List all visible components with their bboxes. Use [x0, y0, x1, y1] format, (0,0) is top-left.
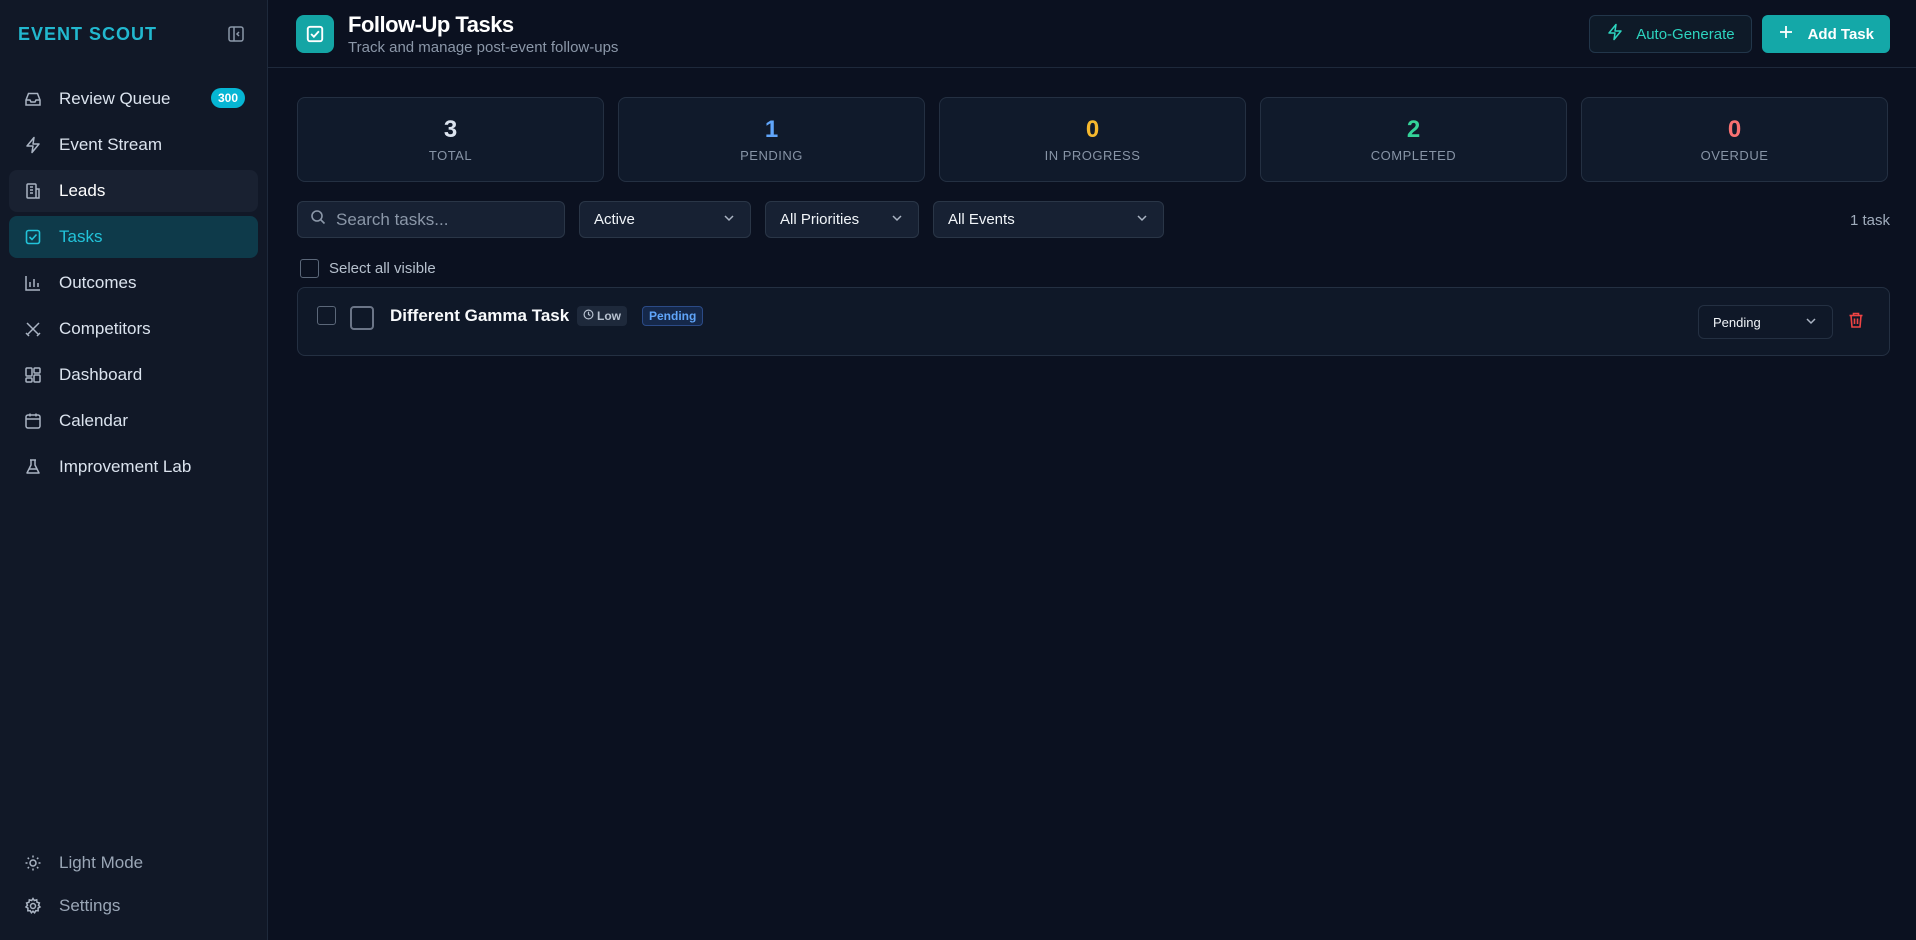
brand-name: EVENT SCOUT [18, 23, 158, 44]
sidebar-item-tasks[interactable]: Tasks [9, 216, 258, 258]
sidebar-item-competitors[interactable]: Competitors [9, 308, 258, 350]
gear-icon [23, 896, 43, 916]
stat-completed: 2 COMPLETED [1260, 97, 1567, 182]
task-count: 1 task [1849, 212, 1890, 229]
page-subtitle: Track and manage post-event follow-ups [348, 38, 619, 56]
status-badge: Pending [642, 306, 704, 326]
task-complete-checkbox[interactable] [350, 306, 374, 330]
lightning-icon [23, 135, 43, 155]
select-all-label: Select all visible [329, 260, 436, 277]
inbox-icon [23, 89, 43, 109]
brand-bar: EVENT SCOUT [0, 0, 267, 68]
settings-link[interactable]: Settings [9, 885, 258, 927]
sidebar-item-review-queue[interactable]: Review Queue 300 [9, 78, 258, 120]
swords-icon [23, 319, 43, 339]
event-filter-select[interactable]: All Events [933, 201, 1164, 238]
stat-label: PENDING [740, 148, 803, 163]
stat-value: 1 [764, 116, 779, 143]
calendar-icon [23, 411, 43, 431]
light-mode-label: Light Mode [59, 853, 144, 872]
priority-badge: Low [577, 306, 627, 326]
stat-value: 3 [443, 116, 458, 143]
sidebar-item-label: Review Queue [59, 89, 171, 108]
sidebar-item-outcomes[interactable]: Outcomes [9, 262, 258, 304]
task-select-checkbox[interactable] [317, 306, 336, 325]
lightning-icon [1606, 23, 1624, 45]
header-actions: Auto-Generate Add Task [1589, 15, 1890, 53]
chevron-down-icon [890, 211, 904, 229]
stats-row: 3 TOTAL 1 PENDING 0 IN PROGRESS 2 COMPLE… [297, 97, 1888, 182]
task-row: Different Gamma Task Low Pending Pending [297, 287, 1890, 356]
flask-icon [23, 457, 43, 477]
sidebar-item-event-stream[interactable]: Event Stream [9, 124, 258, 166]
chevron-down-icon [1804, 314, 1818, 331]
status-filter-value: Active [594, 211, 635, 228]
stat-value: 0 [1727, 116, 1742, 143]
trash-icon [1847, 311, 1865, 334]
building-icon [23, 181, 43, 201]
clock-icon [583, 309, 594, 323]
select-all-row: Select all visible [300, 259, 436, 278]
checkbox-icon [23, 227, 43, 247]
stat-label: IN PROGRESS [1044, 148, 1141, 163]
sidebar-item-label: Competitors [59, 319, 151, 338]
search-box [297, 201, 565, 238]
stat-pending: 1 PENDING [618, 97, 925, 182]
priority-filter-value: All Priorities [780, 211, 860, 228]
sidebar-item-leads[interactable]: Leads [9, 170, 258, 212]
stat-label: OVERDUE [1700, 148, 1769, 163]
sidebar-nav: Review Queue 300 Event Stream Leads Task… [0, 68, 267, 488]
grid-icon [23, 365, 43, 385]
chevron-down-icon [722, 211, 736, 229]
add-task-button[interactable]: Add Task [1761, 15, 1890, 53]
sidebar-item-label: Dashboard [59, 365, 143, 384]
sidebar-item-calendar[interactable]: Calendar [9, 400, 258, 442]
task-status-value: Pending [1713, 314, 1761, 330]
auto-generate-label: Auto-Generate [1636, 25, 1735, 43]
header-text: Follow-Up Tasks Track and manage post-ev… [348, 12, 618, 56]
plus-icon [1778, 24, 1794, 44]
task-status-select[interactable]: Pending [1698, 305, 1833, 339]
stat-label: COMPLETED [1370, 148, 1457, 163]
search-input[interactable] [336, 209, 556, 230]
sidebar-item-label: Calendar [59, 411, 128, 430]
status-filter-select[interactable]: Active [579, 201, 751, 238]
sidebar-item-label: Outcomes [59, 273, 137, 292]
page-header: Follow-Up Tasks Track and manage post-ev… [268, 0, 1916, 68]
task-title[interactable]: Different Gamma Task [390, 306, 569, 326]
bar-chart-icon [23, 273, 43, 293]
filter-bar: Active All Priorities All Events [297, 201, 1164, 238]
stat-total: 3 TOTAL [297, 97, 604, 182]
sidebar-item-label: Event Stream [59, 135, 162, 154]
settings-label: Settings [59, 896, 121, 915]
sun-icon [23, 853, 43, 873]
page-title: Follow-Up Tasks [348, 11, 514, 37]
sidebar: EVENT SCOUT Review Queue 300 Event Strea… [0, 0, 268, 940]
auto-generate-button[interactable]: Auto-Generate [1589, 15, 1752, 53]
light-mode-toggle[interactable]: Light Mode [9, 842, 258, 884]
sidebar-item-label: Improvement Lab [59, 457, 192, 476]
select-all-checkbox[interactable] [300, 259, 319, 278]
sidebar-item-label: Leads [59, 181, 106, 200]
stat-label: TOTAL [428, 148, 473, 163]
search-icon [310, 209, 326, 230]
tasks-header-icon [296, 14, 334, 53]
event-filter-value: All Events [948, 211, 1015, 228]
add-task-label: Add Task [1807, 25, 1874, 43]
chevron-down-icon [1135, 211, 1149, 229]
sidebar-item-dashboard[interactable]: Dashboard [9, 354, 258, 396]
collapse-sidebar-icon[interactable] [225, 23, 247, 45]
stat-overdue: 0 OVERDUE [1581, 97, 1888, 182]
stat-value: 0 [1085, 116, 1100, 143]
priority-badge-label: Low [597, 309, 621, 323]
sidebar-item-label: Tasks [59, 227, 103, 246]
review-queue-count-badge: 300 [210, 88, 245, 108]
delete-task-button[interactable] [1844, 310, 1868, 334]
stat-in-progress: 0 IN PROGRESS [939, 97, 1246, 182]
sidebar-bottom: Light Mode Settings [9, 842, 258, 928]
stat-value: 2 [1406, 116, 1421, 143]
sidebar-item-improvement-lab[interactable]: Improvement Lab [9, 446, 258, 488]
priority-filter-select[interactable]: All Priorities [765, 201, 919, 238]
